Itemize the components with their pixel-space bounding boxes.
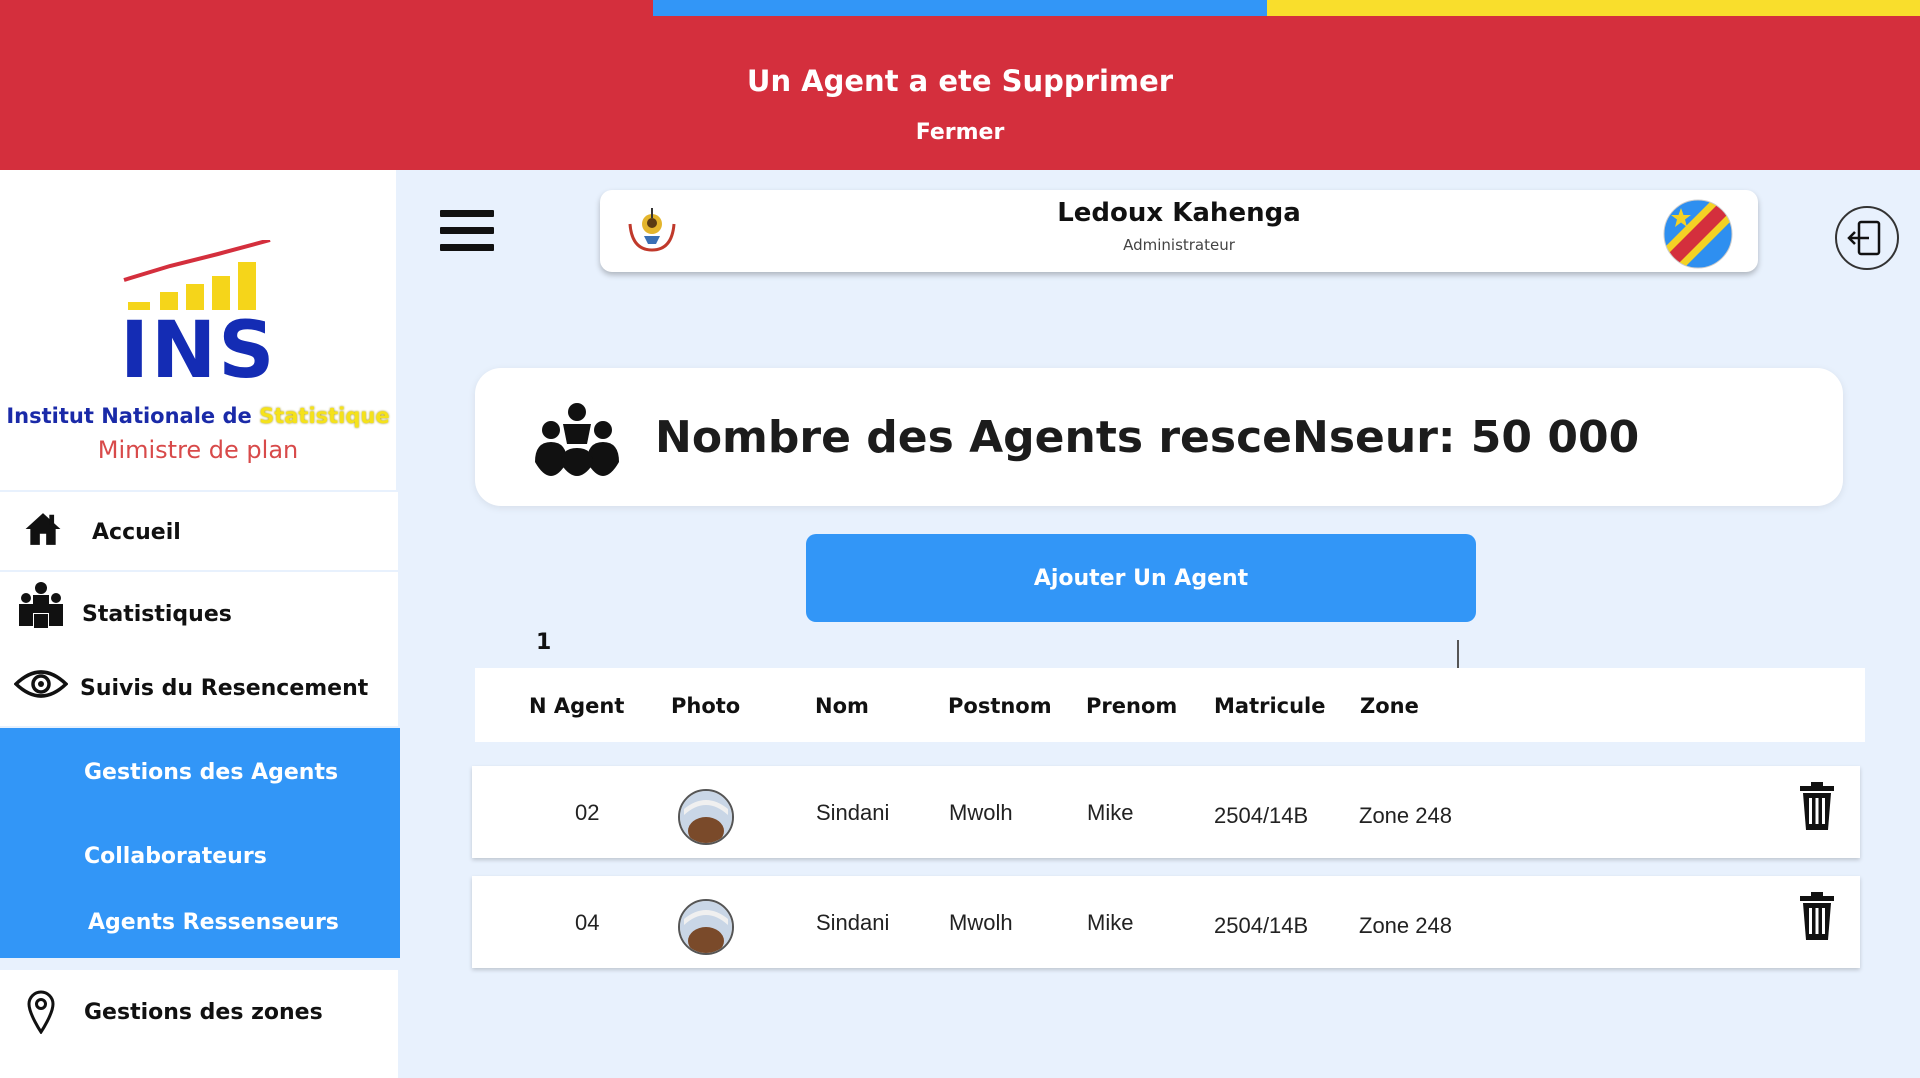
logo: INS Institut Nationale de Statistique Mi… <box>0 170 396 490</box>
submenu-collaborateurs[interactable]: Collaborateurs <box>84 844 267 869</box>
table-row: 02 Sindani Mwolh Mike 2504/14B Zone 248 <box>472 766 1860 858</box>
sidebar-item-accueil[interactable]: Accueil <box>0 492 398 570</box>
banner-stripe-blue <box>653 0 1267 16</box>
map-pin-icon <box>27 990 55 1034</box>
banner-message: Un Agent a ete Supprimer <box>746 64 1174 98</box>
profile-card: Ledoux Kahenga Administrateur <box>600 190 1758 272</box>
ins-chart-icon <box>123 240 271 310</box>
column-zone: Zone <box>1360 694 1419 718</box>
submenu-agents-ressenseurs[interactable]: Agents Ressenseurs <box>88 910 339 935</box>
agents-submenu: Gestions des Agents Collaborateurs Agent… <box>0 728 400 958</box>
table-header: N Agent Photo Nom Postnom Prenom Matricu… <box>475 668 1865 742</box>
cell-n-agent: 02 <box>575 800 600 825</box>
sidebar-item-label: Statistiques <box>82 602 232 627</box>
cell-nom: Sindani <box>816 910 890 935</box>
logout-button[interactable] <box>1835 206 1899 270</box>
sidebar-item-zones[interactable]: Gestions des zones <box>0 970 398 1078</box>
logo-ins-text: INS <box>120 306 277 396</box>
drc-flag-icon <box>1663 199 1733 269</box>
page-number[interactable]: 1 <box>536 630 551 655</box>
column-postnom: Postnom <box>948 694 1052 718</box>
cell-prenom: Mike <box>1087 800 1134 825</box>
logo-org-part1: Institut Nationale de <box>6 404 260 428</box>
cell-n-agent: 04 <box>575 910 600 935</box>
agent-avatar <box>678 899 734 955</box>
home-icon <box>25 513 61 545</box>
cell-nom: Sindani <box>816 800 890 825</box>
trash-icon[interactable] <box>1800 782 1834 830</box>
people-group-icon <box>19 582 63 628</box>
logo-org-part2: Statistique <box>259 404 390 428</box>
sidebar: INS Institut Nationale de Statistique Mi… <box>0 170 400 1078</box>
user-name: Ledoux Kahenga <box>1057 198 1301 228</box>
agent-avatar <box>678 789 734 845</box>
column-nom: Nom <box>815 694 869 718</box>
cell-matricule: 2504/14B <box>1214 803 1309 828</box>
logo-subtitle: Mimistre de plan <box>97 436 299 464</box>
sidebar-item-suivis[interactable]: Suivis du Resencement <box>0 648 398 726</box>
add-agent-button[interactable]: Ajouter Un Agent <box>806 534 1476 622</box>
logout-icon <box>1847 220 1881 256</box>
cell-postnom: Mwolh <box>949 910 1013 935</box>
agents-count-text: Nombre des Agents resceNseur: 50 000 <box>655 412 1640 463</box>
logo-organization: Institut Nationale de Statistique <box>0 404 396 428</box>
eye-icon <box>14 670 68 698</box>
banner-stripe-yellow <box>1267 0 1920 16</box>
sidebar-item-statistiques[interactable]: Statistiques <box>0 572 398 650</box>
sidebar-item-label: Accueil <box>92 520 181 545</box>
cell-zone: Zone 248 <box>1359 803 1452 828</box>
trash-icon[interactable] <box>1800 892 1834 940</box>
submenu-gestions-des-agents[interactable]: Gestions des Agents <box>84 760 338 785</box>
notification-banner: Un Agent a ete Supprimer Fermer <box>0 0 1920 170</box>
agents-count-card: Nombre des Agents resceNseur: 50 000 <box>475 368 1843 506</box>
cell-postnom: Mwolh <box>949 800 1013 825</box>
cell-zone: Zone 248 <box>1359 913 1452 938</box>
cell-prenom: Mike <box>1087 910 1134 935</box>
sidebar-item-label: Suivis du Resencement <box>80 676 369 701</box>
column-prenom: Prenom <box>1086 694 1178 718</box>
column-matricule: Matricule <box>1214 694 1326 718</box>
cell-matricule: 2504/14B <box>1214 913 1309 938</box>
banner-close-button[interactable]: Fermer <box>0 120 1920 145</box>
table-row: 04 Sindani Mwolh Mike 2504/14B Zone 248 <box>472 876 1860 968</box>
agents-group-icon <box>535 403 619 476</box>
user-role: Administrateur <box>1123 236 1235 254</box>
menu-icon[interactable] <box>440 210 494 256</box>
column-photo: Photo <box>671 694 741 718</box>
column-n-agent: N Agent <box>529 694 625 718</box>
sidebar-item-label: Gestions des zones <box>84 1000 323 1025</box>
